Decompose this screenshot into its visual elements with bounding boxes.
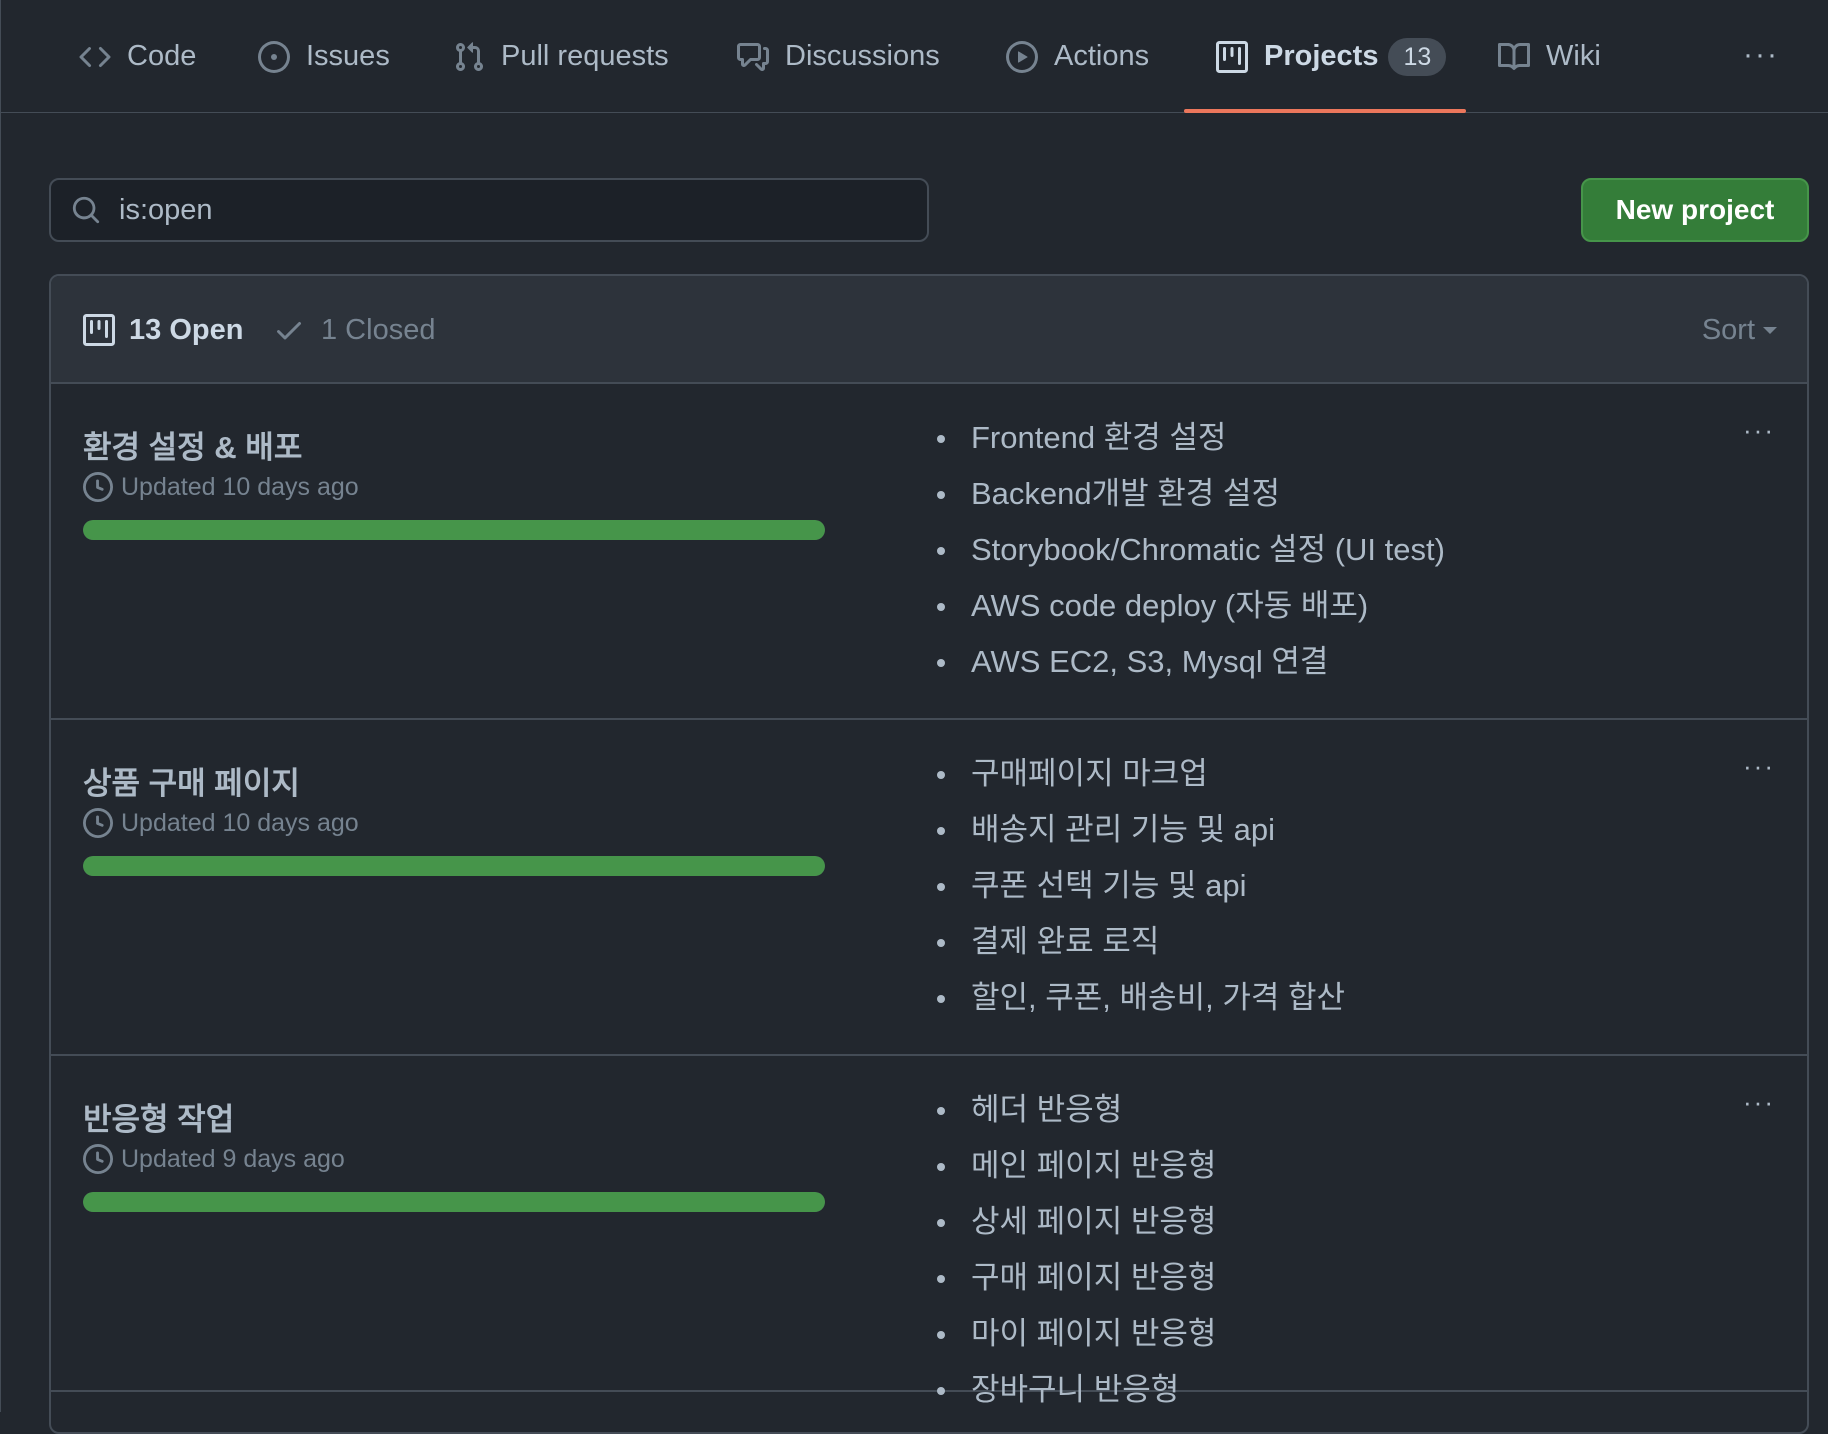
tab-issues[interactable]: Issues bbox=[258, 0, 390, 113]
tab-label: Issues bbox=[306, 40, 390, 72]
list-item: 헤더 반응형 bbox=[931, 1090, 1216, 1146]
list-item: 장바구니 반응형 bbox=[931, 1370, 1216, 1426]
filter-closed[interactable]: 1 Closed bbox=[273, 276, 435, 384]
new-project-button[interactable]: New project bbox=[1581, 178, 1809, 242]
updated-text: Updated 10 days ago bbox=[121, 808, 359, 837]
git-pull-request-icon bbox=[453, 41, 485, 73]
closed-count-label: 1 Closed bbox=[321, 313, 436, 346]
list-item: 구매페이지 마크업 bbox=[931, 754, 1345, 810]
sort-label: Sort bbox=[1701, 313, 1755, 346]
tab-label: Actions bbox=[1054, 40, 1150, 72]
list-item: 상세 페이지 반응형 bbox=[931, 1202, 1216, 1258]
list-item: Backend개발 환경 설정 bbox=[931, 474, 1445, 530]
project-updated: Updated 10 days ago bbox=[83, 808, 359, 838]
repo-nav: Code Issues Pull requests Discussions Ac… bbox=[1, 0, 1828, 113]
project-updated: Updated 10 days ago bbox=[83, 472, 359, 502]
tab-code[interactable]: Code bbox=[79, 0, 196, 113]
project-row: 반응형 작업 Updated 9 days ago 헤더 반응형 메인 페이지 … bbox=[51, 1056, 1807, 1407]
tab-actions[interactable]: Actions bbox=[1006, 0, 1149, 113]
project-title[interactable]: 환경 설정 & 배포 bbox=[83, 422, 302, 467]
updated-text: Updated 10 days ago bbox=[121, 472, 359, 501]
project-options-button[interactable]: ··· bbox=[1739, 751, 1779, 781]
projects-counter: 13 bbox=[1388, 37, 1447, 76]
project-items: 구매페이지 마크업 배송지 관리 기능 및 api 쿠폰 선택 기능 및 api… bbox=[931, 754, 1345, 1034]
list-item: Storybook/Chromatic 설정 (UI test) bbox=[931, 530, 1445, 586]
project-row: 환경 설정 & 배포 Updated 10 days ago Frontend … bbox=[51, 384, 1807, 720]
tab-projects[interactable]: Projects 13 bbox=[1216, 0, 1447, 113]
updated-text: Updated 9 days ago bbox=[121, 1144, 345, 1173]
list-item: AWS EC2, S3, Mysql 연결 bbox=[931, 642, 1445, 698]
search-input[interactable] bbox=[117, 192, 881, 228]
project-items: Frontend 환경 설정 Backend개발 환경 설정 Storybook… bbox=[931, 418, 1445, 698]
tab-label: Wiki bbox=[1546, 40, 1601, 72]
list-item: AWS code deploy (자동 배포) bbox=[931, 586, 1445, 642]
clock-icon bbox=[83, 1144, 113, 1174]
project-items: 헤더 반응형 메인 페이지 반응형 상세 페이지 반응형 구매 페이지 반응형 … bbox=[931, 1090, 1216, 1426]
filter-open[interactable]: 13 Open bbox=[83, 276, 243, 384]
project-search[interactable] bbox=[49, 178, 929, 242]
clock-icon bbox=[83, 472, 113, 502]
project-row: 상품 구매 페이지 Updated 10 days ago 구매페이지 마크업 … bbox=[51, 720, 1807, 1056]
tab-pull-requests[interactable]: Pull requests bbox=[453, 0, 669, 113]
list-item: 결제 완료 로직 bbox=[931, 922, 1345, 978]
tab-label: Projects bbox=[1264, 40, 1379, 72]
book-icon bbox=[1498, 41, 1530, 73]
open-count-label: 13 Open bbox=[129, 313, 244, 346]
tab-discussions[interactable]: Discussions bbox=[737, 0, 940, 113]
sort-dropdown[interactable]: Sort bbox=[1702, 276, 1777, 384]
list-item: 쿠폰 선택 기능 및 api bbox=[931, 866, 1345, 922]
list-item: 구매 페이지 반응형 bbox=[931, 1258, 1216, 1314]
list-item: 배송지 관리 기능 및 api bbox=[931, 810, 1345, 866]
play-icon bbox=[1006, 40, 1038, 73]
project-icon bbox=[83, 314, 115, 346]
projects-page: Code Issues Pull requests Discussions Ac… bbox=[0, 0, 1828, 1434]
clock-icon bbox=[83, 808, 113, 838]
project-updated: Updated 9 days ago bbox=[83, 1144, 345, 1174]
project-list: 13 Open 1 Closed Sort 환경 설정 & 배포 Updated… bbox=[49, 274, 1809, 1434]
more-tabs-button[interactable]: ··· bbox=[1741, 38, 1781, 71]
progress-bar bbox=[83, 1192, 825, 1212]
check-icon bbox=[273, 314, 305, 346]
list-item: Frontend 환경 설정 bbox=[931, 418, 1445, 474]
progress-fill bbox=[83, 1192, 825, 1212]
progress-bar bbox=[83, 520, 825, 540]
tab-label: Discussions bbox=[785, 40, 940, 72]
project-list-header: 13 Open 1 Closed Sort bbox=[51, 276, 1807, 384]
list-item: 메인 페이지 반응형 bbox=[931, 1146, 1216, 1202]
project-title[interactable]: 반응형 작업 bbox=[83, 1094, 234, 1139]
tab-label: Pull requests bbox=[501, 40, 669, 72]
progress-fill bbox=[83, 856, 825, 876]
caret-down-icon bbox=[1763, 326, 1777, 334]
progress-fill bbox=[83, 520, 825, 540]
tab-wiki[interactable]: Wiki bbox=[1498, 0, 1601, 113]
project-title[interactable]: 상품 구매 페이지 bbox=[83, 758, 300, 803]
search-icon bbox=[71, 195, 101, 225]
comment-discussion-icon bbox=[737, 41, 769, 73]
progress-bar bbox=[83, 856, 825, 876]
project-options-button[interactable]: ··· bbox=[1739, 1087, 1779, 1117]
active-tab-indicator bbox=[1184, 109, 1466, 113]
list-item: 할인, 쿠폰, 배송비, 가격 합산 bbox=[931, 978, 1345, 1034]
code-icon bbox=[79, 41, 111, 73]
project-icon bbox=[1216, 40, 1248, 73]
tab-label: Code bbox=[127, 40, 197, 72]
list-item: 마이 페이지 반응형 bbox=[931, 1314, 1216, 1370]
issue-opened-icon bbox=[258, 40, 290, 73]
project-options-button[interactable]: ··· bbox=[1739, 415, 1779, 445]
